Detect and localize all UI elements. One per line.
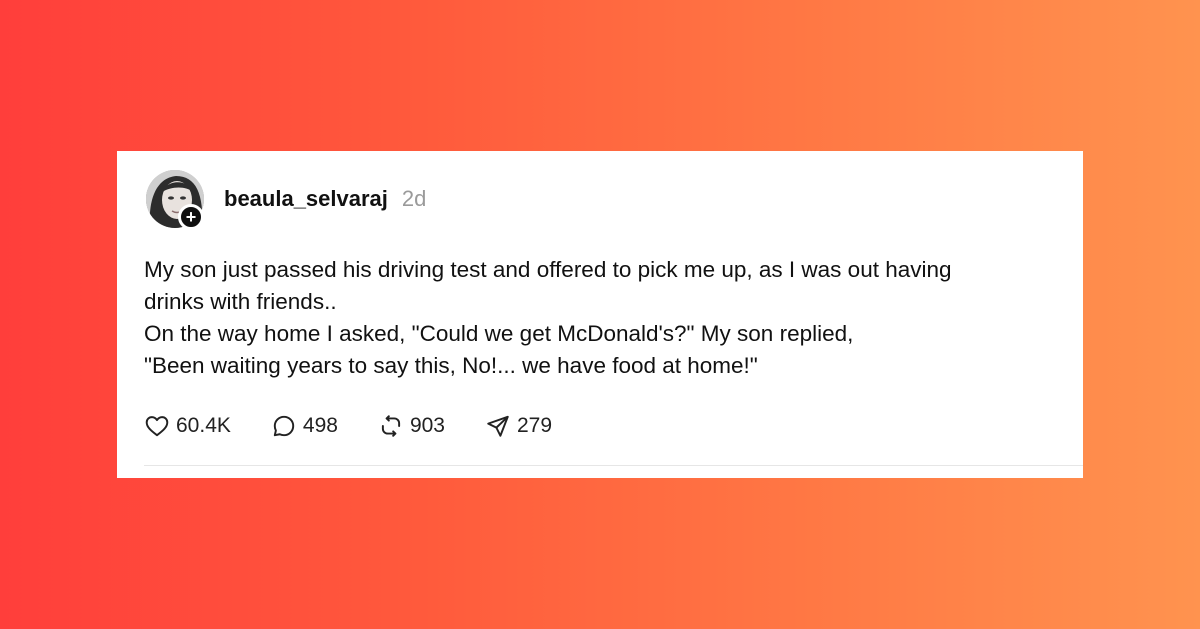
share-button[interactable]: 279: [485, 413, 552, 439]
username[interactable]: beaula_selvaraj: [224, 186, 388, 212]
heart-icon: [145, 416, 169, 437]
post-text-line: On the way home I asked, "Could we get M…: [144, 321, 854, 346]
follow-button[interactable]: +: [178, 204, 204, 230]
reply-count: 498: [302, 414, 338, 437]
reply-button[interactable]: 498: [271, 413, 338, 439]
like-button[interactable]: 60.4K: [144, 413, 231, 439]
post-text-line: drinks with friends..: [144, 289, 337, 314]
repost-icon: [381, 415, 401, 437]
post-header: + beaula_selvaraj 2d: [146, 169, 427, 230]
comment-icon: [273, 415, 295, 437]
avatar-container[interactable]: +: [146, 170, 204, 230]
post-card: + beaula_selvaraj 2d My son just passed …: [117, 151, 1083, 478]
post-text-line: "Been waiting years to say this, No!... …: [144, 353, 758, 378]
post-body: My son just passed his driving test and …: [144, 254, 1064, 382]
share-count: 279: [516, 414, 553, 437]
repost-count: 903: [409, 414, 445, 437]
post-actions: 60.4K 498 903 279: [144, 413, 592, 439]
plus-icon: +: [185, 207, 197, 227]
share-icon: [487, 415, 509, 437]
repost-button[interactable]: 903: [378, 413, 445, 439]
divider: [144, 465, 1083, 466]
timestamp: 2d: [401, 186, 427, 211]
post-text-line: My son just passed his driving test and …: [144, 257, 952, 282]
like-count: 60.4K: [176, 414, 231, 437]
